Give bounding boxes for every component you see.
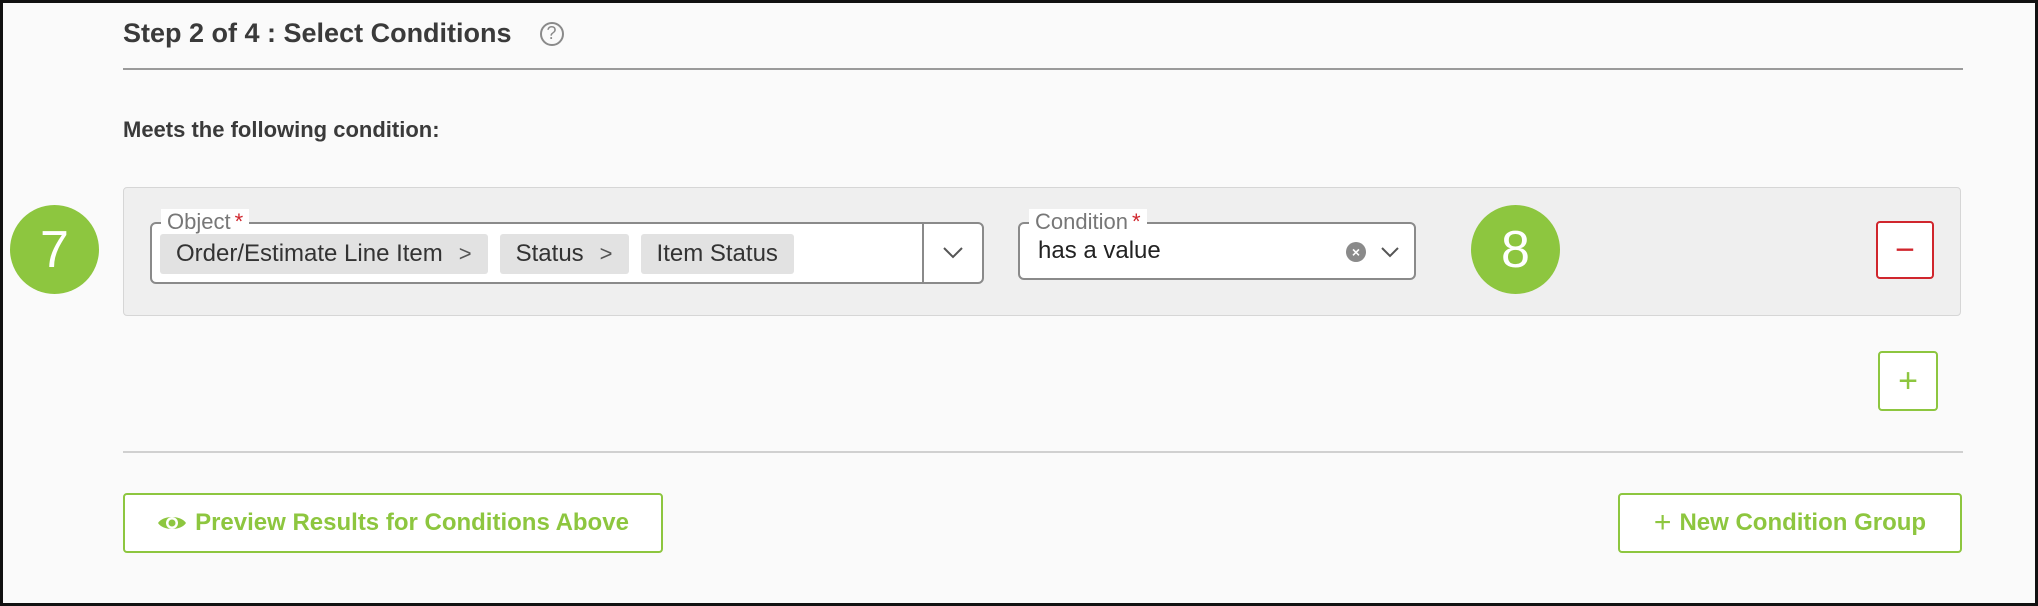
- chevron-down-icon: [1381, 247, 1399, 258]
- eye-icon: [158, 517, 187, 529]
- object-chip[interactable]: Item Status: [640, 234, 794, 274]
- new-condition-group-button[interactable]: + New Condition Group: [1618, 493, 1962, 553]
- page-title: Step 2 of 4 : Select Conditions: [123, 18, 512, 48]
- object-chip-label: Item Status: [656, 240, 778, 267]
- remove-condition-button[interactable]: −: [1876, 221, 1934, 279]
- object-field-label: Object *: [161, 209, 250, 235]
- condition-select[interactable]: Condition * has a value ×: [1018, 209, 1416, 280]
- condition-dropdown-toggle[interactable]: [1374, 236, 1406, 268]
- preview-results-button[interactable]: Preview Results for Conditions Above: [123, 493, 663, 553]
- new-condition-group-label: New Condition Group: [1679, 509, 1927, 536]
- title-divider: [123, 68, 1963, 70]
- step-header: Step 2 of 4 : Select Conditions ?: [123, 18, 564, 49]
- plus-icon: +: [1653, 506, 1672, 539]
- step-badge-8: 8: [1471, 205, 1560, 294]
- chevron-right-icon: >: [458, 241, 472, 266]
- condition-value: has a value: [1038, 237, 1161, 264]
- object-chip[interactable]: Status >: [499, 234, 629, 274]
- required-marker: *: [234, 209, 244, 234]
- section-divider: [123, 451, 1963, 453]
- chevron-right-icon: >: [599, 241, 613, 266]
- object-chip[interactable]: Order/Estimate Line Item >: [160, 234, 488, 274]
- step-badge-7: 7: [10, 205, 99, 294]
- help-icon[interactable]: ?: [539, 21, 564, 46]
- chevron-down-icon: [943, 247, 963, 259]
- object-field[interactable]: Object * Order/Estimate Line Item > Statu…: [150, 209, 984, 284]
- preview-results-label: Preview Results for Conditions Above: [195, 509, 629, 536]
- object-path-chips: Order/Estimate Line Item > Status > Item…: [160, 234, 794, 274]
- object-chip-label: Status: [515, 240, 584, 267]
- object-chip-label: Order/Estimate Line Item: [176, 240, 443, 267]
- required-marker: *: [1131, 209, 1141, 234]
- condition-subtitle: Meets the following condition:: [123, 117, 440, 142]
- add-condition-button[interactable]: +: [1878, 351, 1938, 411]
- condition-field-label: Condition *: [1029, 209, 1147, 235]
- clear-icon[interactable]: ×: [1346, 242, 1366, 262]
- object-dropdown-toggle[interactable]: [922, 224, 982, 282]
